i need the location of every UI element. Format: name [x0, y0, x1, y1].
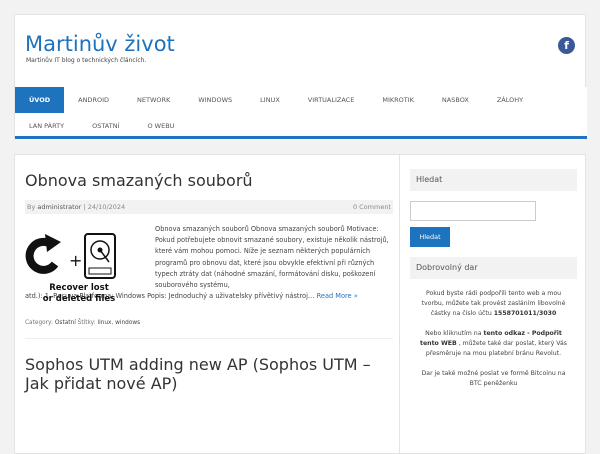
tag-separator: ,: [111, 320, 114, 327]
donate-paragraph-1: Pokud byste rádi podpořili tento web a m…: [410, 289, 577, 319]
site-description: Martinův IT blog o technických článcích.: [26, 57, 147, 64]
post-meta: By administrator | 24/10/2024 0 Comment: [25, 200, 393, 214]
nav-item-lan-party[interactable]: LAN PÁRTY: [15, 113, 78, 139]
page: Martinův život Martinův IT blog o techni…: [14, 14, 587, 454]
donate-widget-title: Dobrovolný dar: [410, 257, 577, 279]
nav-item-network[interactable]: NETWORK: [123, 87, 184, 113]
site-header: Martinův život Martinův IT blog o techni…: [14, 14, 587, 140]
nav-item-windows[interactable]: WINDOWS: [184, 87, 246, 113]
category-link[interactable]: Ostatní: [55, 320, 76, 326]
nav-item-mikrotik[interactable]: MIKROTIK: [368, 87, 428, 113]
image-caption-line1: Recover lost: [49, 283, 109, 293]
nav-item-zalohy[interactable]: ZÁLOHY: [483, 87, 537, 113]
donate-paragraph-2: Nebo kliknutím na tento odkaz - Podpořit…: [410, 329, 577, 359]
donate-paragraph-3: Dar je také možné poslat ve formě Bitcoi…: [421, 370, 566, 387]
search-button[interactable]: Hledat: [410, 227, 450, 247]
byline-prefix: By: [27, 203, 36, 211]
post-author-link[interactable]: administrator: [37, 203, 81, 211]
nav-row-secondary: LAN PÁRTY OSTATNÍ O WEBU: [15, 113, 188, 139]
site-title[interactable]: Martinův život: [25, 32, 175, 56]
post-title[interactable]: Obnova smazaných souborů: [25, 171, 393, 190]
donate-p2-start: Nebo kliknutím na: [425, 330, 482, 337]
nav-item-uvod[interactable]: ÚVOD: [15, 87, 65, 113]
nav-item-ostatni[interactable]: OSTATNÍ: [78, 113, 133, 139]
nav-item-android[interactable]: ANDROID: [64, 87, 123, 113]
sidebar: Hledat Hledat Dobrovolný dar Pokud byste…: [399, 155, 587, 453]
main-column: Obnova smazaných souborů By administrato…: [25, 155, 393, 393]
category-label: Category:: [25, 320, 54, 327]
nav-item-linux[interactable]: LINUX: [246, 87, 294, 113]
nav-item-nasbox[interactable]: NASBOX: [428, 87, 483, 113]
tags-label: Štítky:: [77, 320, 96, 327]
post-byline: By administrator | 24/10/2024: [27, 200, 125, 214]
tag-link-windows[interactable]: windows: [115, 320, 140, 326]
search-widget-title: Hledat: [410, 169, 577, 191]
search-input[interactable]: [410, 201, 536, 221]
main-navigation: ÚVOD ANDROID NETWORK WINDOWS LINUX VIRTU…: [15, 87, 587, 139]
nav-item-virtualizace[interactable]: VIRTUALIZACE: [294, 87, 369, 113]
donate-widget: Dobrovolný dar Pokud byste rádi podpořil…: [410, 257, 577, 389]
post-title-2[interactable]: Sophos UTM adding new AP (Sophos UTM – J…: [25, 355, 393, 393]
content-area: Obnova smazaných souborů By administrato…: [14, 154, 586, 454]
facebook-icon[interactable]: f: [558, 37, 575, 54]
read-more-link[interactable]: Read More »: [317, 292, 358, 300]
tag-link-linux[interactable]: linux: [97, 320, 111, 326]
nav-item-o-webu[interactable]: O WEBU: [134, 113, 189, 139]
recover-files-image[interactable]: + Recover lost or deleted files: [25, 230, 133, 308]
nav-row-primary: ÚVOD ANDROID NETWORK WINDOWS LINUX VIRTU…: [15, 87, 537, 113]
svg-text:+: +: [69, 251, 82, 270]
post-taxonomy: Category: Ostatní Štítky: linux, windows: [25, 320, 393, 326]
hard-drive-icon: [84, 233, 116, 279]
meta-separator: |: [83, 203, 86, 211]
bank-account-number: 1558701011/3030: [493, 310, 557, 317]
image-caption-line2: or deleted files: [43, 294, 115, 304]
post-divider: [25, 338, 393, 340]
post-excerpt: + Recover lost or deleted files Obnova s…: [25, 224, 393, 304]
post-comments-link[interactable]: 0 Comment: [353, 200, 391, 214]
excerpt-wrapped-text: Obnova smazaných souborů Obnova smazanýc…: [155, 225, 389, 290]
post-date: 24/10/2024: [87, 203, 126, 211]
